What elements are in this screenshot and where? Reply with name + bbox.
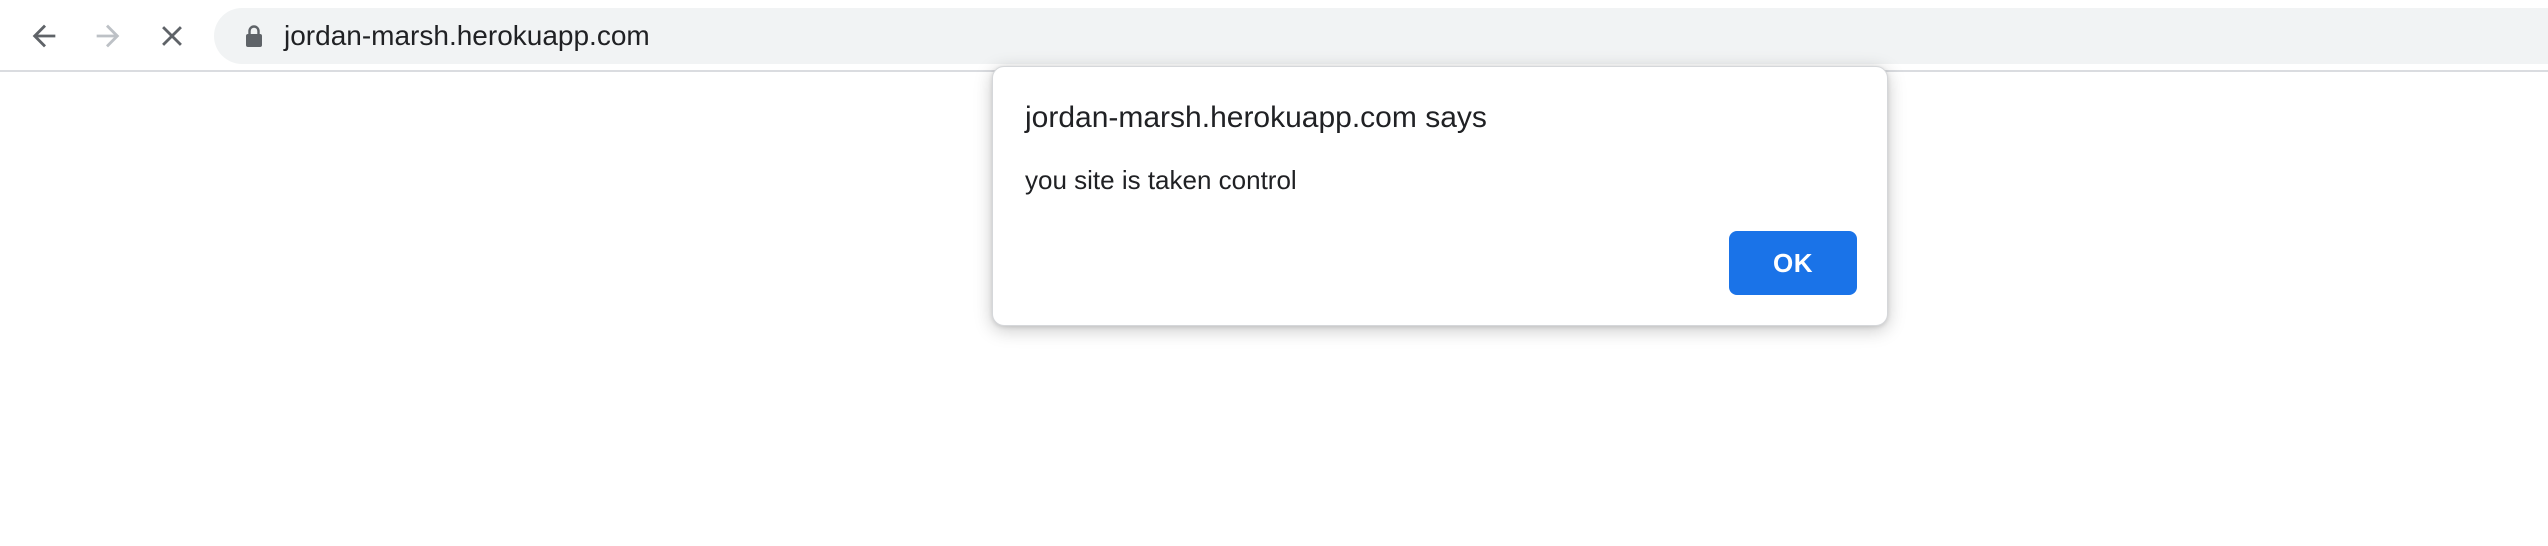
arrow-right-icon bbox=[96, 24, 120, 48]
stop-loading-button[interactable] bbox=[148, 12, 196, 60]
url-text[interactable]: jordan-marsh.herokuapp.com bbox=[284, 8, 650, 64]
arrow-left-icon bbox=[32, 24, 56, 48]
forward-button[interactable] bbox=[84, 12, 132, 60]
alert-message: you site is taken control bbox=[1025, 165, 1297, 195]
lock-icon[interactable] bbox=[242, 24, 266, 48]
ok-button[interactable]: OK bbox=[1729, 231, 1857, 295]
browser-toolbar: jordan-marsh.herokuapp.com bbox=[0, 0, 2548, 72]
close-icon bbox=[162, 26, 182, 46]
back-button[interactable] bbox=[20, 12, 68, 60]
alert-dialog: jordan-marsh.herokuapp.com says you site… bbox=[992, 66, 1888, 326]
alert-title: jordan-marsh.herokuapp.com says bbox=[1025, 101, 1487, 134]
address-bar[interactable]: jordan-marsh.herokuapp.com bbox=[214, 8, 2548, 64]
